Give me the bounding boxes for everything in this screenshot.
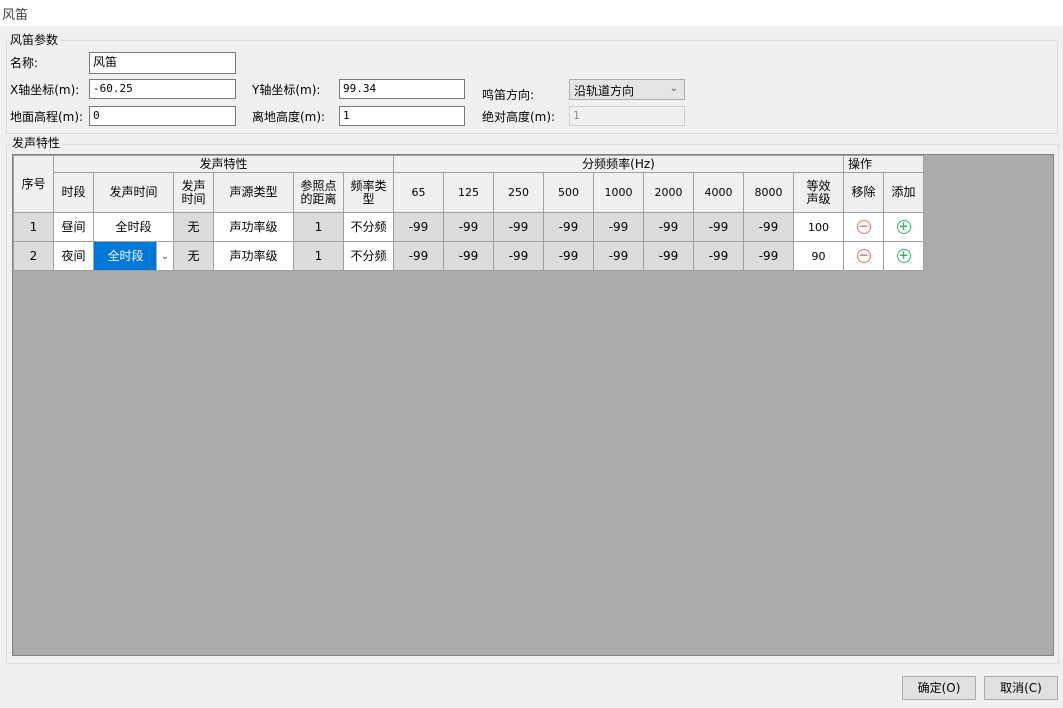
col-freq-500: 500 — [543, 172, 594, 213]
add-row-button[interactable]: + — [883, 241, 924, 271]
remove-row-button[interactable]: − — [843, 241, 884, 271]
table-row: 1 昼间 全时段 无 声功率级 1 不分频 -99 -99 -99 -99 -9… — [13, 212, 924, 242]
plus-circle-icon: + — [896, 248, 911, 263]
row-level[interactable]: 100 — [793, 212, 844, 242]
table-row: 2 夜间 全时段 ⌄ 无 声功率级 1 不分频 -99 -99 -99 -99 … — [13, 241, 924, 271]
row-emit-flag: 无 — [173, 241, 214, 271]
row-emit-time-value: 全时段 — [107, 249, 144, 263]
title-bar: 风笛 — [0, 0, 1063, 26]
row-freq-8000[interactable]: -99 — [743, 241, 794, 271]
x-coord-input[interactable]: -60.25 — [89, 79, 236, 99]
sound-table: 序号 发声特性 分频频率(Hz) 操作 时段 发声时间 发声时间 声源类型 参照… — [13, 155, 924, 271]
y-coord-input[interactable]: 99.34 — [339, 79, 465, 99]
minus-circle-icon: − — [856, 248, 871, 263]
row-freq-8000[interactable]: -99 — [743, 212, 794, 242]
row-source-type[interactable]: 声功率级 — [213, 241, 294, 271]
col-freq-65: 65 — [393, 172, 444, 213]
row-freq-type[interactable]: 不分频 — [343, 241, 394, 271]
col-remove: 移除 — [843, 172, 884, 213]
group-header-ops: 操作 — [843, 155, 924, 173]
row-index: 2 — [13, 241, 54, 271]
row-freq-250[interactable]: -99 — [493, 241, 544, 271]
absolute-height-input: 1 — [569, 106, 685, 126]
row-level[interactable]: 90 — [793, 241, 844, 271]
absolute-height-label: 绝对高度(m): — [482, 110, 556, 124]
col-ref-distance: 参照点的距离 — [293, 172, 344, 213]
ok-button[interactable]: 确定(O) — [902, 676, 976, 700]
row-freq-65[interactable]: -99 — [393, 241, 444, 271]
height-label: 离地高度(m): — [252, 110, 326, 124]
window-title: 风笛 — [2, 8, 29, 23]
chevron-down-icon: ⌄ — [669, 83, 678, 94]
group-header-frequency: 分频频率(Hz) — [393, 155, 844, 173]
params-legend: 风笛参数 — [8, 31, 61, 48]
cancel-button[interactable]: 取消(C) — [984, 676, 1058, 700]
col-freq-1000: 1000 — [593, 172, 644, 213]
col-freq-4000: 4000 — [693, 172, 744, 213]
row-index: 1 — [13, 212, 54, 242]
row-freq-type[interactable]: 不分频 — [343, 212, 394, 242]
col-add: 添加 — [883, 172, 924, 213]
row-emit-time-select[interactable]: 全时段 ⌄ — [93, 241, 174, 271]
col-source-type: 声源类型 — [213, 172, 294, 213]
add-row-button[interactable]: + — [883, 212, 924, 242]
col-freq-type: 频率类型 — [343, 172, 394, 213]
col-index: 序号 — [13, 155, 54, 213]
row-freq-2000[interactable]: -99 — [643, 241, 694, 271]
row-ref-distance[interactable]: 1 — [293, 241, 344, 271]
plus-circle-icon: + — [896, 219, 911, 234]
sound-legend: 发声特性 — [10, 134, 63, 151]
row-freq-500[interactable]: -99 — [543, 241, 594, 271]
name-input[interactable]: 风笛 — [89, 52, 236, 74]
remove-row-button[interactable]: − — [843, 212, 884, 242]
col-freq-8000: 8000 — [743, 172, 794, 213]
direction-label: 鸣笛方向: — [482, 88, 535, 102]
col-freq-125: 125 — [443, 172, 494, 213]
row-freq-65[interactable]: -99 — [393, 212, 444, 242]
row-freq-4000[interactable]: -99 — [693, 241, 744, 271]
ground-elevation-label: 地面高程(m): — [10, 110, 84, 124]
minus-circle-icon: − — [856, 219, 871, 234]
row-freq-125[interactable]: -99 — [443, 241, 494, 271]
row-source-type[interactable]: 声功率级 — [213, 212, 294, 242]
col-emit-time: 发声时间 — [93, 172, 174, 213]
row-freq-1000[interactable]: -99 — [593, 212, 644, 242]
row-freq-500[interactable]: -99 — [543, 212, 594, 242]
row-ref-distance[interactable]: 1 — [293, 212, 344, 242]
name-label: 名称: — [10, 56, 39, 70]
row-period: 昼间 — [53, 212, 94, 242]
col-level: 等效声级 — [793, 172, 844, 213]
col-freq-2000: 2000 — [643, 172, 694, 213]
row-emit-flag: 无 — [173, 212, 214, 242]
chevron-down-icon[interactable]: ⌄ — [156, 242, 173, 270]
col-emit-flag: 发声时间 — [173, 172, 214, 213]
direction-select[interactable]: 沿轨道方向 ⌄ — [569, 79, 685, 100]
row-freq-250[interactable]: -99 — [493, 212, 544, 242]
x-coord-label: X轴坐标(m): — [10, 83, 80, 97]
row-freq-2000[interactable]: -99 — [643, 212, 694, 242]
y-coord-label: Y轴坐标(m): — [252, 83, 321, 97]
row-freq-4000[interactable]: -99 — [693, 212, 744, 242]
col-freq-250: 250 — [493, 172, 544, 213]
height-input[interactable]: 1 — [339, 106, 465, 126]
direction-select-value: 沿轨道方向 — [574, 84, 635, 98]
row-emit-time[interactable]: 全时段 — [93, 212, 174, 242]
row-period: 夜间 — [53, 241, 94, 271]
ground-elevation-input[interactable]: 0 — [89, 106, 236, 126]
row-freq-1000[interactable]: -99 — [593, 241, 644, 271]
col-period: 时段 — [53, 172, 94, 213]
group-header-characteristics: 发声特性 — [53, 155, 394, 173]
row-freq-125[interactable]: -99 — [443, 212, 494, 242]
